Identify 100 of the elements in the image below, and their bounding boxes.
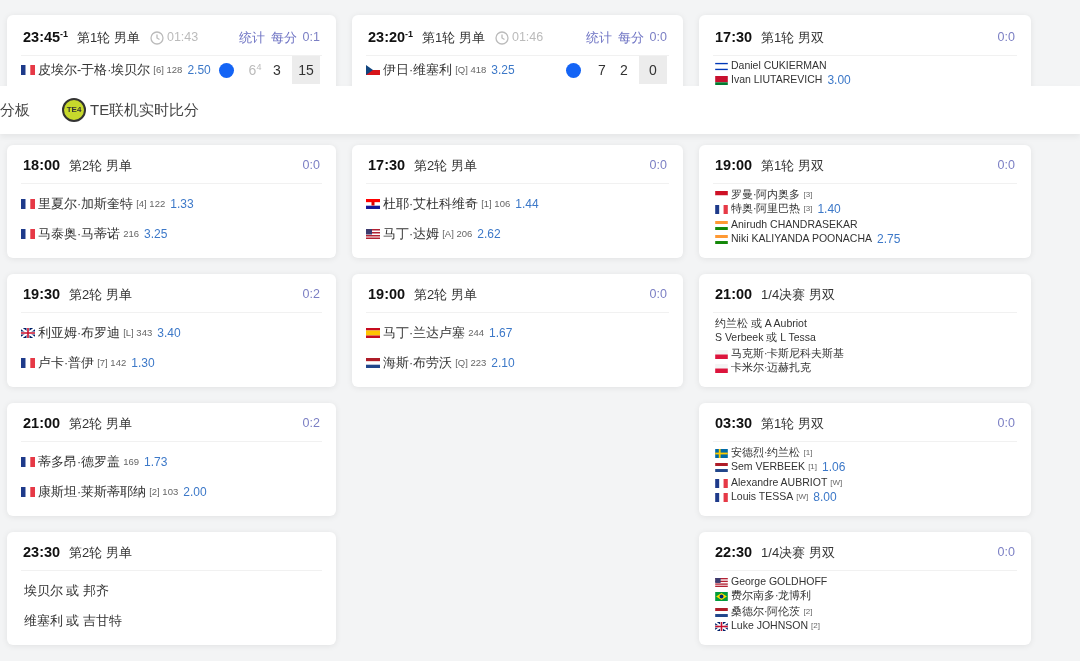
set-score: 7 bbox=[597, 60, 607, 80]
flag-icon bbox=[366, 328, 380, 338]
odds-value: 1.30 bbox=[131, 355, 155, 372]
round-label: 第1轮 男双 bbox=[761, 414, 824, 433]
game-score: 15 bbox=[292, 56, 320, 84]
match-card[interactable]: 22:30 1/4决赛 男双 0:0 George GOLDHOFF 费尔南多·龙博利 桑德尔·阿伦茨 [2] Luke JOHNSON [2] bbox=[699, 532, 1031, 645]
match-time: 19:30 bbox=[23, 284, 61, 304]
match-time: 19:00 bbox=[368, 284, 406, 304]
flag-icon bbox=[715, 61, 728, 71]
round-label: 第2轮 男单 bbox=[414, 156, 477, 175]
round-label: 第1轮 男双 bbox=[761, 156, 824, 175]
flag-icon bbox=[366, 358, 380, 368]
player-seed: [W] bbox=[830, 477, 843, 489]
player-name: 维塞利 或 吉甘特 bbox=[24, 612, 122, 630]
player-name: 杜耶·艾杜科维奇 bbox=[383, 195, 479, 213]
round-label: 第1轮 男单 bbox=[77, 28, 140, 47]
player-name: 费尔南多·龙博利 bbox=[731, 588, 812, 604]
flag-icon bbox=[21, 487, 35, 497]
round-label: 第2轮 男单 bbox=[69, 543, 132, 562]
nav-link[interactable]: TE4 TE联机实时比分 bbox=[62, 98, 200, 122]
match-score: 0:0 bbox=[997, 415, 1015, 433]
odds-value: 1.44 bbox=[515, 196, 539, 213]
match-time: 19:00 bbox=[715, 155, 753, 175]
match-time: 21:00 bbox=[715, 284, 753, 304]
player-name: 桑德尔·阿伦茨 bbox=[731, 604, 801, 620]
player-seed: [1] bbox=[808, 461, 818, 473]
match-card[interactable]: 19:30 第2轮 男单 0:2 利亚姆·布罗迪 [L] 343 3.40 卢卡·普伊 [7] 142 1.30 bbox=[7, 274, 336, 387]
player-name: Luke JOHNSON bbox=[731, 618, 809, 634]
game-score: 0 bbox=[639, 56, 667, 84]
odds-value: 3.00 bbox=[827, 72, 851, 86]
player-ranking: 216 bbox=[123, 226, 140, 241]
match-link[interactable]: 统计 bbox=[238, 27, 265, 48]
player-name: 特奥·阿里巴热 bbox=[731, 201, 801, 217]
match-card[interactable]: 18:00 第2轮 男单 0:0 里夏尔·加斯奎特 [4] 122 1.33 马泰奥·马蒂诺 216 3.25 bbox=[7, 145, 336, 258]
match-score: 0:0 bbox=[302, 157, 320, 175]
player-name: 埃贝尔 或 邦齐 bbox=[24, 582, 109, 600]
flag-icon bbox=[366, 199, 380, 209]
match-link[interactable]: 统计 bbox=[585, 27, 612, 48]
player-name: 约兰松 或 A Aubriot bbox=[715, 316, 807, 332]
nav-link[interactable]: 分板 bbox=[0, 98, 30, 122]
match-card[interactable]: 23:45$^{-1}$ 第1轮 男单 01:43 统计 每分 0:1 皮埃尔-于格·埃贝尔 [6] 128 2.50 6$^{4}$ 3 15 bbox=[7, 15, 336, 86]
round-label: 第1轮 男双 bbox=[761, 28, 824, 47]
player-ranking: [4] 122 bbox=[136, 196, 166, 211]
round-label: 第1轮 男单 bbox=[422, 28, 485, 47]
match-time: 21:00 bbox=[23, 413, 61, 433]
match-link[interactable]: 每分 bbox=[617, 27, 644, 48]
player-name: Louis TESSA bbox=[731, 489, 794, 505]
match-card[interactable]: 23:20$^{-1}$ 第1轮 男单 01:46 统计 每分 0:0 伊日·维塞利 [Q] 418 3.25 7 2 0 bbox=[352, 15, 683, 86]
player-name: 蒂多昂·德罗盖 bbox=[38, 453, 121, 471]
player-name: Daniel CUKIERMAN bbox=[731, 58, 827, 74]
elapsed-time: 01:46 bbox=[511, 29, 544, 47]
odds-value: 1.06 bbox=[822, 459, 846, 476]
player-name: 马泰奥·马蒂诺 bbox=[38, 225, 121, 243]
flag-icon bbox=[715, 621, 728, 631]
match-card[interactable]: 21:00 1/4决赛 男双 约兰松 或 A Aubriot S Verbeek 或 L Tessa 马克斯·卡斯尼科夫斯基 卡米尔·迈赫扎克 bbox=[699, 274, 1031, 387]
match-card[interactable]: 21:00 第2轮 男单 0:2 蒂多昂·德罗盖 169 1.73 康斯坦·莱斯蒂耶纳 [2] 103 2.00 bbox=[7, 403, 336, 516]
match-card[interactable]: 19:00 第1轮 男双 0:0 罗曼·阿内奥多 [3] 特奥·阿里巴热 [3] 1.40 Anirudh CHANDRASEKAR Niki KALIYANDA POONACHA 2.75 bbox=[699, 145, 1031, 258]
round-label: 第2轮 男单 bbox=[69, 414, 132, 433]
player-name: George GOLDHOFF bbox=[731, 574, 828, 590]
elapsed-time: 01:43 bbox=[166, 29, 199, 47]
player-name: 伊日·维塞利 bbox=[383, 61, 453, 79]
flag-icon bbox=[715, 448, 728, 458]
odds-value: 8.00 bbox=[813, 489, 837, 506]
logo-badge: TE4 bbox=[62, 98, 86, 122]
match-score: 0:0 bbox=[997, 157, 1015, 175]
odds-value: 3.25 bbox=[144, 226, 168, 243]
flag-icon bbox=[21, 199, 35, 209]
odds-value: 2.00 bbox=[183, 484, 207, 501]
match-card[interactable]: 17:30 第1轮 男双 0:0 Daniel CUKIERMAN Ivan LIUTAREVICH 3.00 bbox=[699, 15, 1031, 86]
player-ranking: [2] 103 bbox=[149, 484, 179, 499]
flag-icon bbox=[715, 577, 728, 587]
player-name: Anirudh CHANDRASEKAR bbox=[731, 217, 858, 233]
player-ranking: [A] 206 bbox=[442, 226, 473, 241]
flag-icon bbox=[715, 462, 728, 472]
player-name: 马克斯·卡斯尼科夫斯基 bbox=[731, 346, 845, 362]
match-time: 22:30 bbox=[715, 542, 753, 562]
player-seed: [3] bbox=[803, 203, 813, 215]
match-score: 0:2 bbox=[302, 286, 320, 304]
round-label: 第2轮 男单 bbox=[69, 285, 132, 304]
round-label: 第2轮 男单 bbox=[414, 285, 477, 304]
round-label: 1/4决赛 男双 bbox=[761, 285, 835, 304]
player-seed: [W] bbox=[796, 491, 809, 503]
player-name: 罗曼·阿内奥多 bbox=[731, 187, 801, 203]
match-score: 0:2 bbox=[302, 415, 320, 433]
player-seed: [1] bbox=[803, 447, 813, 459]
flag-icon bbox=[21, 328, 35, 338]
match-score: 0:0 bbox=[649, 29, 667, 47]
flag-icon bbox=[715, 478, 728, 488]
match-card[interactable]: 17:30 第2轮 男单 0:0 杜耶·艾杜科维奇 [1] 106 1.44 马丁·达姆 [A] 206 2.62 bbox=[352, 145, 683, 258]
match-score: 0:0 bbox=[649, 286, 667, 304]
flag-icon bbox=[21, 358, 35, 368]
player-ranking: [Q] 418 bbox=[455, 62, 487, 77]
match-time: 03:30 bbox=[715, 413, 753, 433]
match-card[interactable]: 03:30 第1轮 男双 0:0 安德烈·约兰松 [1] Sem VERBEEK [1] 1.06 Alexandre AUBRIOT [W] Louis TESSA [W] 8.00 bbox=[699, 403, 1031, 516]
player-ranking: 244 bbox=[468, 325, 485, 340]
match-link[interactable]: 每分 bbox=[270, 27, 297, 48]
match-card[interactable]: 23:30 第2轮 男单 埃贝尔 或 邦齐 维塞利 或 吉甘特 bbox=[7, 532, 336, 645]
player-ranking: [1] 106 bbox=[481, 196, 511, 211]
match-card[interactable]: 19:00 第2轮 男单 0:0 马丁·兰达卢塞 244 1.67 海斯·布劳沃 [Q] 223 2.10 bbox=[352, 274, 683, 387]
clock-icon bbox=[494, 30, 509, 45]
